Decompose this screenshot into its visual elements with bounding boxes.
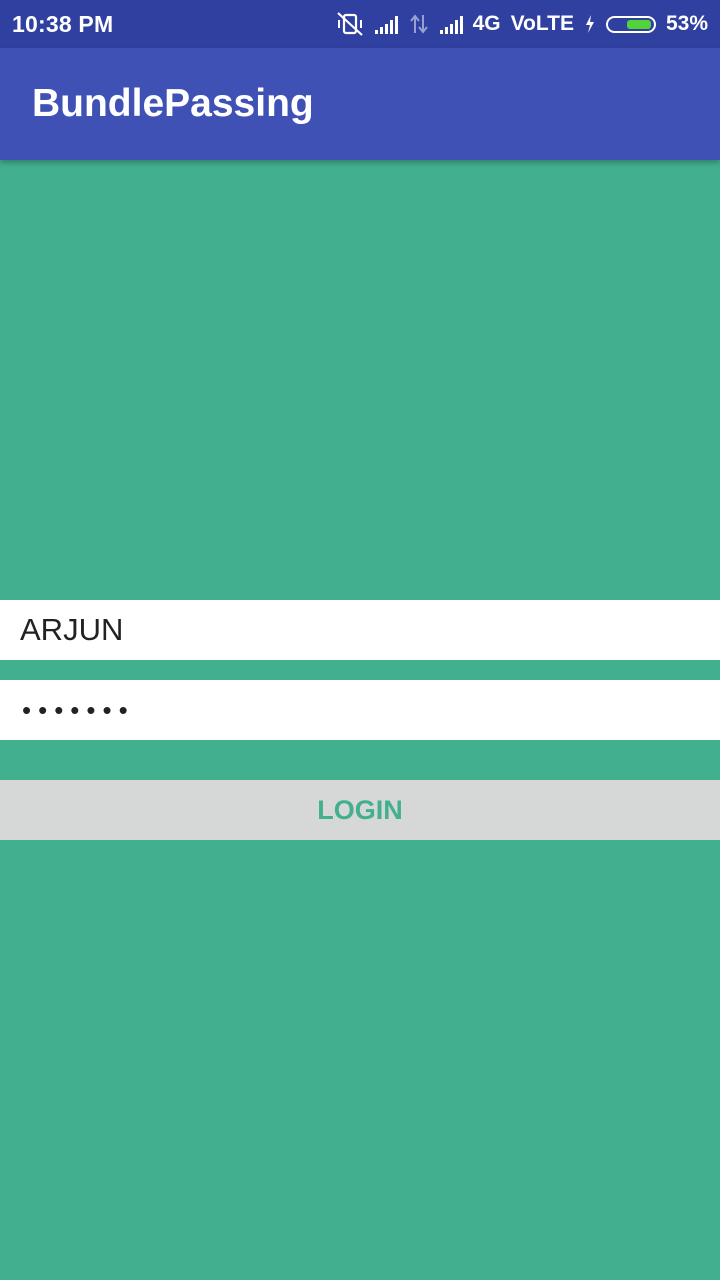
- login-button[interactable]: LOGIN: [0, 780, 720, 840]
- data-arrows-icon: [408, 13, 430, 35]
- status-bar: 10:38 PM 4G VoLTE 53%: [0, 0, 720, 48]
- app-bar: BundlePassing: [0, 48, 720, 160]
- password-input[interactable]: [0, 680, 720, 740]
- charging-icon: [584, 14, 596, 34]
- battery-percent: 53%: [665, 12, 708, 35]
- status-time: 10:38 PM: [12, 10, 114, 37]
- network-type: 4G: [472, 12, 501, 35]
- signal-icon: [439, 14, 463, 34]
- battery-fill: [626, 19, 651, 29]
- volte-label: VoLTE: [510, 12, 574, 35]
- battery-icon: [605, 15, 656, 33]
- signal-icon: [374, 14, 398, 34]
- status-icons: 4G VoLTE 53%: [335, 11, 708, 37]
- username-input[interactable]: [0, 600, 720, 660]
- vibrate-off-icon: [335, 11, 365, 37]
- app-title: BundlePassing: [32, 82, 314, 125]
